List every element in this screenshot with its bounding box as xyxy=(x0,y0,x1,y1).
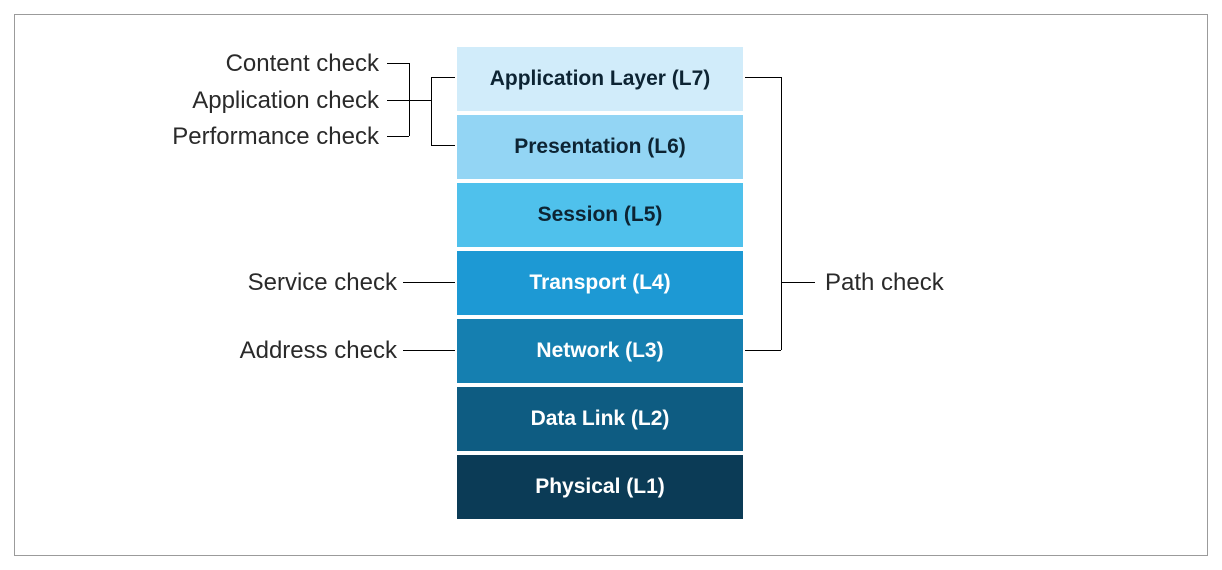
connector-address-to-l3 xyxy=(403,350,455,351)
label-path-check: Path check xyxy=(825,269,944,297)
layer-l2-data-link: Data Link (L2) xyxy=(455,385,745,453)
connector-content-h xyxy=(387,63,409,64)
label-content-check: Content check xyxy=(226,50,379,78)
layer-l4-transport: Transport (L4) xyxy=(455,249,745,317)
layer-l6-presentation: Presentation (L6) xyxy=(455,113,745,181)
osi-stack: Application Layer (L7) Presentation (L6)… xyxy=(455,45,745,521)
connector-performance-h xyxy=(387,136,409,137)
connector-right-to-l7 xyxy=(745,77,781,78)
layer-l7-application: Application Layer (L7) xyxy=(455,45,745,113)
connector-left-group-mid-h xyxy=(409,100,431,101)
label-application-check: Application check xyxy=(192,87,379,115)
connector-left-to-l7 xyxy=(431,77,455,78)
label-address-check: Address check xyxy=(240,337,397,365)
connector-left-group-layers-v xyxy=(431,77,432,145)
layer-l1-physical: Physical (L1) xyxy=(455,453,745,521)
connector-right-to-label xyxy=(781,282,815,283)
osi-diagram: Application Layer (L7) Presentation (L6)… xyxy=(14,14,1208,556)
connector-left-to-l6 xyxy=(431,145,455,146)
connector-right-v xyxy=(781,77,782,350)
label-performance-check: Performance check xyxy=(172,123,379,151)
layer-l3-network: Network (L3) xyxy=(455,317,745,385)
layer-l5-session: Session (L5) xyxy=(455,181,745,249)
connector-application-h xyxy=(387,100,409,101)
connector-right-to-l3 xyxy=(745,350,781,351)
connector-service-to-l4 xyxy=(403,282,455,283)
label-service-check: Service check xyxy=(248,269,397,297)
